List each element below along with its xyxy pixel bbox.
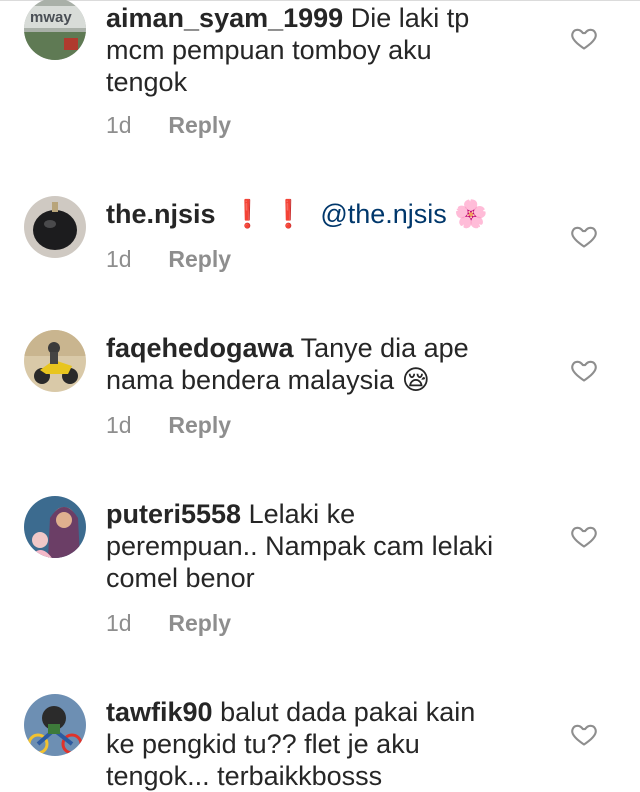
comment-username[interactable]: faqehedogawa [106, 333, 294, 363]
mention-link[interactable]: @the.njsis [320, 199, 446, 229]
avatar[interactable] [24, 694, 86, 756]
exclamation-marks: ❗ ❗ [230, 199, 306, 229]
heart-outline-icon[interactable] [570, 720, 598, 748]
sleepy-emoji: 😪 [401, 365, 430, 395]
top-divider [0, 0, 640, 1]
comment-body: balut dada pakai kain [220, 697, 476, 727]
comment-time: 1d [106, 112, 132, 138]
comment-meta: 1d Reply [106, 412, 231, 439]
avatar-logo-text: mway [30, 9, 72, 26]
comment-body-line: nama bendera malaysia [106, 365, 395, 395]
comment-text: faqehedogawa Tanye dia ape nama bendera … [106, 332, 546, 396]
comment-meta: 1d Reply [106, 246, 231, 273]
reply-button[interactable]: Reply [168, 412, 231, 438]
comment-meta: 1d Reply [106, 112, 231, 139]
comment-body-line: perempuan.. Nampak cam lelaki [106, 531, 494, 561]
avatar[interactable]: mway [24, 0, 86, 60]
heart-outline-icon[interactable] [570, 356, 598, 384]
avatar[interactable] [24, 330, 86, 392]
comment-time: 1d [106, 610, 132, 636]
reply-button[interactable]: Reply [168, 246, 231, 272]
comment-body: Die laki tp [350, 3, 470, 33]
comment-username[interactable]: the.njsis [106, 199, 216, 229]
heart-outline-icon[interactable] [570, 522, 598, 550]
heart-outline-icon[interactable] [570, 24, 598, 52]
comment-username[interactable]: puteri5558 [106, 499, 241, 529]
comment-body-line: ke pengkid tu?? flet je aku [106, 729, 420, 759]
comment-text: aiman_syam_1999 Die laki tp mcm pempuan … [106, 2, 546, 98]
comment-username[interactable]: tawfik90 [106, 697, 213, 727]
avatar[interactable] [24, 496, 86, 558]
comment-body-line: comel benor [106, 563, 255, 593]
comment-body-line: tengok... terbaikkbosss [106, 761, 383, 791]
comment-time: 1d [106, 246, 132, 272]
avatar[interactable] [24, 196, 86, 258]
reply-button[interactable]: Reply [168, 610, 231, 636]
comment-body: Tanye dia ape [300, 333, 469, 363]
comment-body-line: mcm pempuan tomboy aku [106, 35, 432, 65]
flower-emoji: 🌸 [454, 199, 488, 229]
comment-text: puteri5558 Lelaki ke perempuan.. Nampak … [106, 498, 546, 594]
heart-outline-icon[interactable] [570, 222, 598, 250]
comment-username[interactable]: aiman_syam_1999 [106, 3, 343, 33]
comment-body: Lelaki ke [248, 499, 356, 529]
comment-meta: 1d Reply [106, 610, 231, 637]
comment-time: 1d [106, 412, 132, 438]
comment-text: the.njsis ❗ ❗ @the.njsis 🌸 [106, 198, 546, 230]
comment-body-line: tengok [106, 67, 188, 97]
comment-text: tawfik90 balut dada pakai kain ke pengki… [106, 696, 546, 792]
reply-button[interactable]: Reply [168, 112, 231, 138]
